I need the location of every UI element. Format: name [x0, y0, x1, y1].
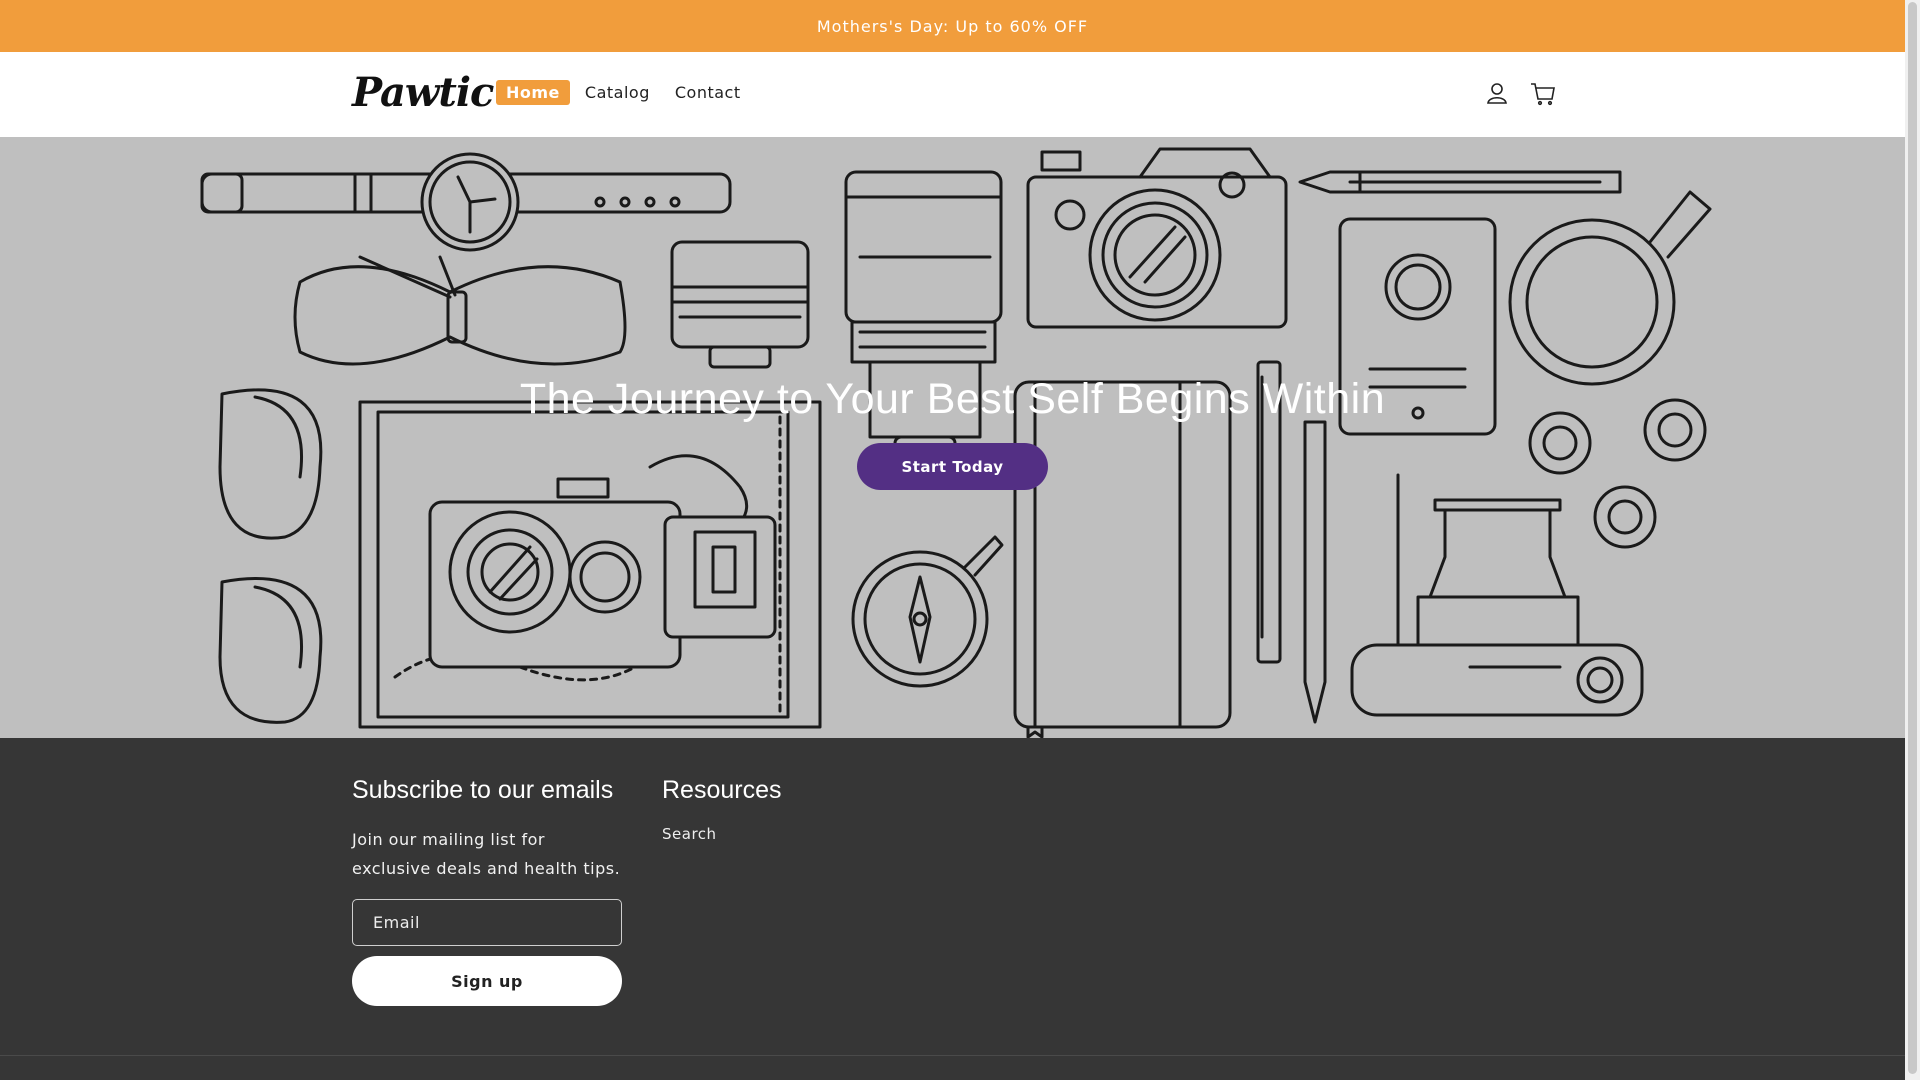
subscribe-heading: Subscribe to our emails	[352, 776, 614, 804]
sign-up-button[interactable]: Sign up	[352, 956, 622, 1006]
site-logo[interactable]: Pawtic	[352, 69, 494, 116]
email-input[interactable]: Email	[352, 899, 622, 946]
header-icons	[1484, 80, 1556, 106]
subscribe-section: Subscribe to our emails Join our mailing…	[352, 776, 632, 1006]
site-header: Pawtic Home Catalog Contact	[0, 52, 1905, 138]
resources-heading: Resources	[662, 776, 782, 804]
hero-banner: The Journey to Your Best Self Begins Wit…	[0, 137, 1905, 738]
main-nav: Home Catalog Contact	[496, 80, 756, 105]
scrollbar-thumb[interactable]	[1908, 2, 1917, 1074]
search-link[interactable]: Search	[662, 825, 782, 843]
hero-title: The Journey to Your Best Self Begins Wit…	[519, 375, 1386, 423]
subscribe-text: Join our mailing list for exclusive deal…	[352, 830, 621, 878]
site-footer: Subscribe to our emails Join our mailing…	[0, 738, 1905, 1080]
cart-icon[interactable]	[1530, 80, 1556, 106]
nav-contact[interactable]: Contact	[665, 80, 751, 105]
footer-divider	[0, 1055, 1905, 1056]
account-icon[interactable]	[1484, 80, 1510, 106]
announcement-bar: Mothers's Day: Up to 60% OFF	[0, 0, 1905, 52]
email-placeholder: Email	[373, 913, 420, 932]
nav-catalog[interactable]: Catalog	[575, 80, 660, 105]
hero-illustration	[200, 147, 1712, 738]
resources-section: Resources Search	[662, 776, 782, 843]
nav-home[interactable]: Home	[496, 80, 570, 105]
announcement-text: Mothers's Day: Up to 60% OFF	[816, 16, 1089, 36]
start-today-button[interactable]: Start Today	[857, 443, 1048, 490]
page-scrollbar[interactable]	[1905, 0, 1920, 1080]
